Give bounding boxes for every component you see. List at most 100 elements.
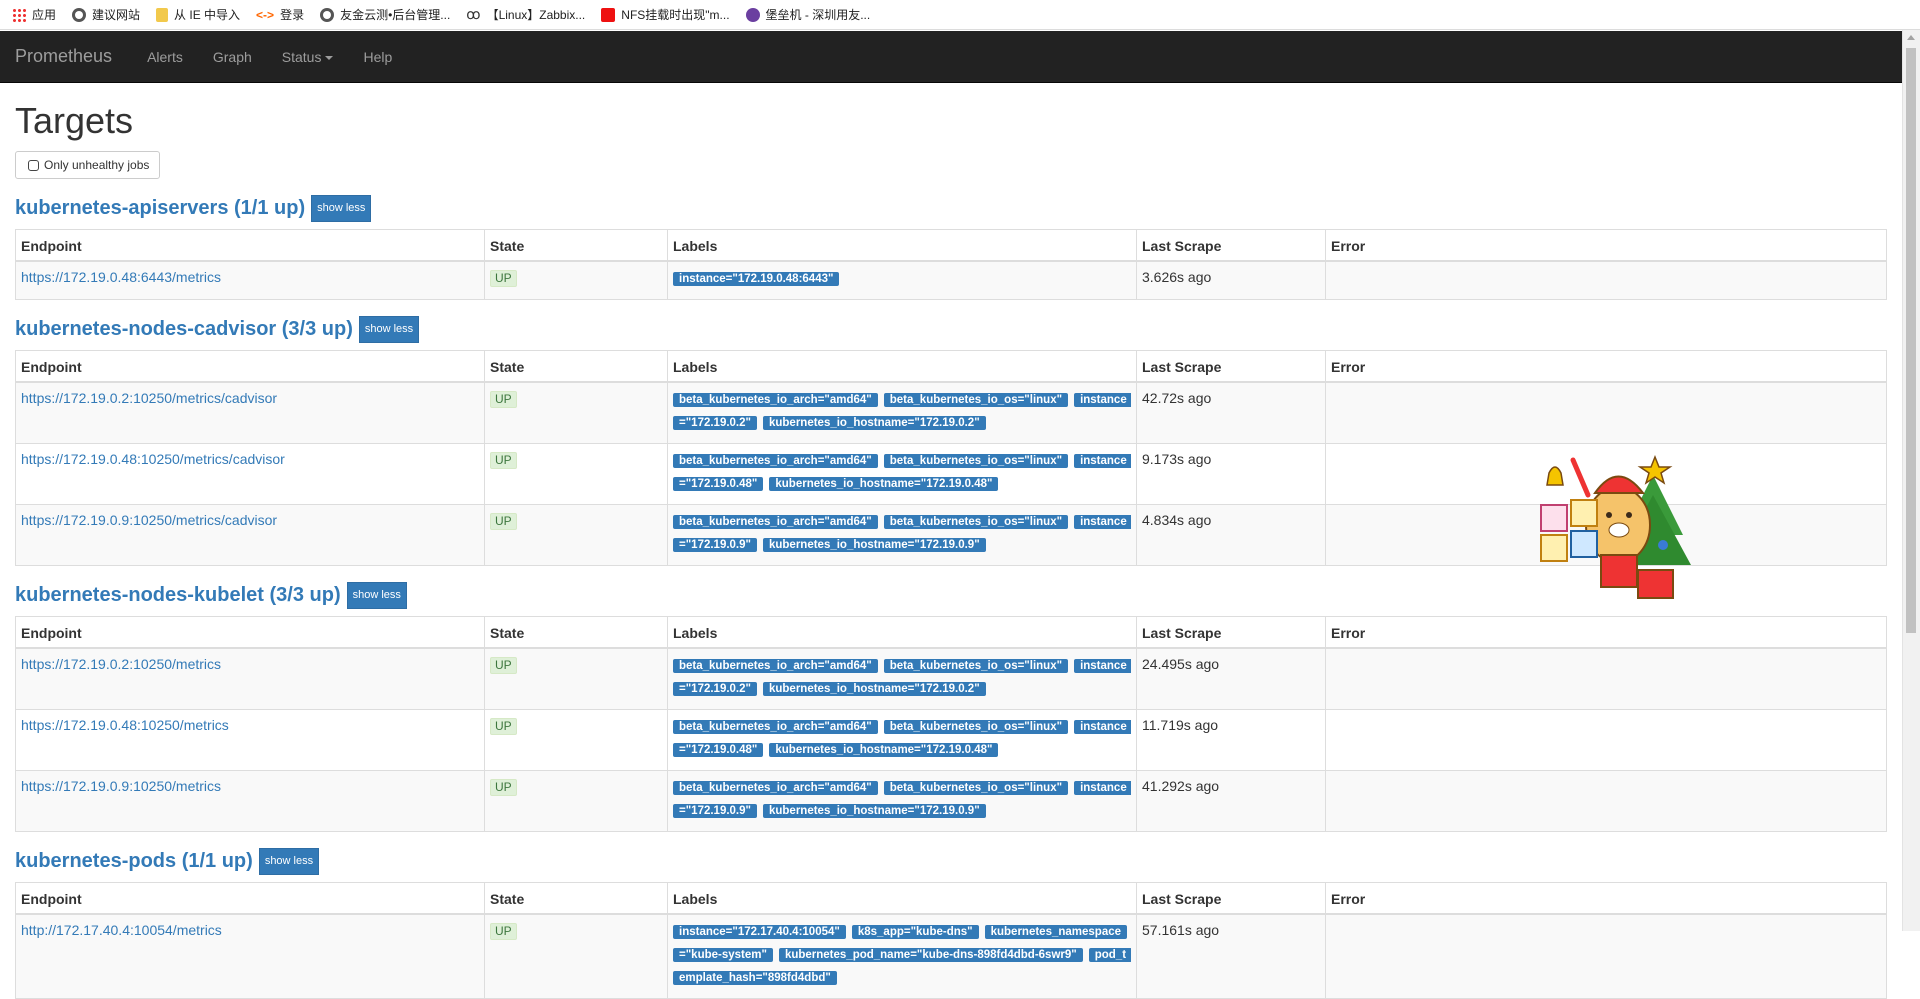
bookmark-label: 应用 [32, 8, 57, 22]
error-cell [1325, 709, 1887, 771]
show-less-button[interactable]: show less [311, 194, 372, 222]
label-badge: kubernetes_io_hostname="172.19.0.48" [769, 477, 999, 491]
vertical-scrollbar[interactable] [1902, 30, 1920, 931]
bookmark-login[interactable]: <-> 登录 [256, 6, 304, 23]
job-title-link[interactable]: kubernetes-nodes-cadvisor (3/3 up) [15, 318, 353, 341]
state-cell: UP [484, 770, 668, 832]
state-cell: UP [484, 260, 668, 300]
label-badge: kubernetes_io_hostname="172.19.0.9" [762, 804, 986, 818]
table-header-row: Endpoint State Labels Last Scrape Error [15, 882, 1887, 915]
error-cell [1325, 647, 1887, 710]
endpoint-link[interactable]: https://172.19.0.48:10250/metrics/cadvis… [21, 451, 285, 467]
last-scrape-cell: 9.173s ago [1136, 443, 1326, 505]
state-badge: UP [490, 270, 517, 287]
state-badge: UP [490, 452, 517, 469]
col-error: Error [1325, 350, 1887, 383]
bookmark-label: 堡垒机 - 深圳用友... [765, 8, 871, 22]
bookmark-zabbix[interactable]: ꝏ 【Linux】Zabbix... [466, 6, 585, 23]
endpoint-link[interactable]: https://172.19.0.48:6443/metrics [21, 269, 221, 285]
labels-list: beta_kubernetes_io_arch="amd64" beta_kube… [673, 778, 1131, 824]
table-row: https://172.19.0.2:10250/metrics/cadviso… [15, 381, 1887, 444]
label-badge: beta_kubernetes_io_arch="amd64" [673, 781, 878, 795]
table-row: https://172.19.0.9:10250/metrics UP beta_k… [15, 770, 1887, 832]
label-badge: kubernetes_io_hostname="172.19.0.2" [762, 682, 986, 696]
col-error: Error [1325, 229, 1887, 262]
state-cell: UP [484, 647, 668, 710]
error-cell [1325, 381, 1887, 444]
bookmark-apps[interactable]: 应用 [12, 6, 56, 23]
labels-cell: beta_kubernetes_io_arch="amd64" beta_kube… [667, 709, 1137, 771]
state-cell: UP [484, 913, 668, 999]
nav-alerts[interactable]: Alerts [132, 49, 198, 65]
checkbox-icon [28, 159, 39, 171]
login-icon: <-> [256, 7, 275, 22]
nav-status-label: Status [281, 48, 322, 65]
error-cell [1325, 770, 1887, 832]
globe-icon [72, 7, 87, 22]
table-header-row: Endpoint State Labels Last Scrape Error [15, 229, 1887, 262]
state-cell: UP [484, 443, 668, 505]
labels-list: beta_kubernetes_io_arch="amd64" beta_kube… [673, 717, 1131, 763]
nav-graph[interactable]: Graph [198, 49, 267, 65]
endpoint-cell: https://172.19.0.9:10250/metrics/cadviso… [15, 504, 485, 566]
apps-icon [12, 7, 26, 22]
labels-list: instance="172.17.40.4:10054" k8s_app="kub… [673, 922, 1131, 991]
label-badge: instance="172.17.40.4:10054" [673, 925, 846, 939]
col-state: State [484, 616, 668, 649]
brand-link[interactable]: Prometheus [0, 46, 127, 67]
table-row: https://172.19.0.2:10250/metrics UP beta_k… [15, 647, 1887, 710]
labels-list: beta_kubernetes_io_arch="amd64" beta_kube… [673, 390, 1131, 436]
endpoint-link[interactable]: https://172.19.0.2:10250/metrics/cadviso… [21, 390, 277, 406]
bookmark-import-ie[interactable]: 从 IE 中导入 [156, 6, 240, 23]
job-title-link[interactable]: kubernetes-apiservers (1/1 up) [15, 197, 305, 220]
last-scrape-cell: 57.161s ago [1136, 913, 1326, 999]
job-title-link[interactable]: kubernetes-nodes-kubelet (3/3 up) [15, 584, 341, 607]
label-badge: kubernetes_pod_name="kube-dns-898fd4dbd-… [778, 948, 1083, 962]
col-last-scrape: Last Scrape [1136, 229, 1326, 262]
error-cell [1325, 913, 1887, 999]
job-header: kubernetes-pods (1/1 up) show less [15, 840, 1887, 882]
show-less-button[interactable]: show less [346, 581, 407, 609]
label-badge: beta_kubernetes_io_os="linux" [883, 781, 1069, 795]
state-cell: UP [484, 381, 668, 444]
col-last-scrape: Last Scrape [1136, 350, 1326, 383]
labels-list: instance="172.19.0.48:6443" [673, 269, 1131, 292]
label-badge: beta_kubernetes_io_os="linux" [883, 720, 1069, 734]
endpoint-cell: https://172.19.0.9:10250/metrics [15, 770, 485, 832]
bookmark-bastion[interactable]: 堡垒机 - 深圳用友... [745, 6, 871, 23]
labels-list: beta_kubernetes_io_arch="amd64" beta_kube… [673, 512, 1131, 558]
show-less-button[interactable]: show less [358, 315, 420, 343]
endpoint-cell: https://172.19.0.48:10250/metrics/cadvis… [15, 443, 485, 505]
label-badge: k8s_app="kube-dns" [851, 925, 979, 939]
unhealthy-filter-button[interactable]: Only unhealthy jobs [15, 151, 161, 179]
scroll-thumb[interactable] [1906, 48, 1916, 633]
labels-cell: beta_kubernetes_io_arch="amd64" beta_kube… [667, 504, 1137, 566]
endpoint-cell: http://172.17.40.4:10054/metrics [15, 913, 485, 999]
state-badge: UP [490, 513, 517, 530]
bookmark-nfs[interactable]: NFS挂载时出现"m... [601, 6, 730, 23]
endpoint-link[interactable]: https://172.19.0.9:10250/metrics/cadviso… [21, 512, 277, 528]
nav-status[interactable]: Status [267, 49, 349, 65]
job-title-link[interactable]: kubernetes-pods (1/1 up) [15, 850, 253, 873]
show-less-button[interactable]: show less [258, 847, 320, 875]
state-badge: UP [490, 391, 517, 408]
endpoint-link[interactable]: http://172.17.40.4:10054/metrics [21, 922, 222, 938]
bookmark-label: 从 IE 中导入 [174, 8, 241, 22]
last-scrape-cell: 42.72s ago [1136, 381, 1326, 444]
col-last-scrape: Last Scrape [1136, 882, 1326, 915]
endpoint-link[interactable]: https://172.19.0.2:10250/metrics [21, 656, 221, 672]
bookmark-suggested-sites[interactable]: 建议网站 [72, 6, 140, 23]
col-error: Error [1325, 882, 1887, 915]
targets-table: Endpoint State Labels Last Scrape Error https… [15, 616, 1887, 832]
endpoint-link[interactable]: https://172.19.0.48:10250/metrics [21, 717, 229, 733]
nav-help[interactable]: Help [348, 49, 407, 65]
table-header-row: Endpoint State Labels Last Scrape Error [15, 616, 1887, 649]
col-state: State [484, 350, 668, 383]
last-scrape-cell: 3.626s ago [1136, 260, 1326, 300]
label-badge: beta_kubernetes_io_os="linux" [883, 515, 1069, 529]
job-section: kubernetes-pods (1/1 up) show less Endpoin… [15, 840, 1887, 999]
scroll-up-arrow-icon[interactable] [1907, 35, 1915, 40]
endpoint-link[interactable]: https://172.19.0.9:10250/metrics [21, 778, 221, 794]
zabbix-icon: ꝏ [466, 6, 481, 22]
bookmark-admin[interactable]: 友金云测•后台管理... [320, 6, 450, 23]
